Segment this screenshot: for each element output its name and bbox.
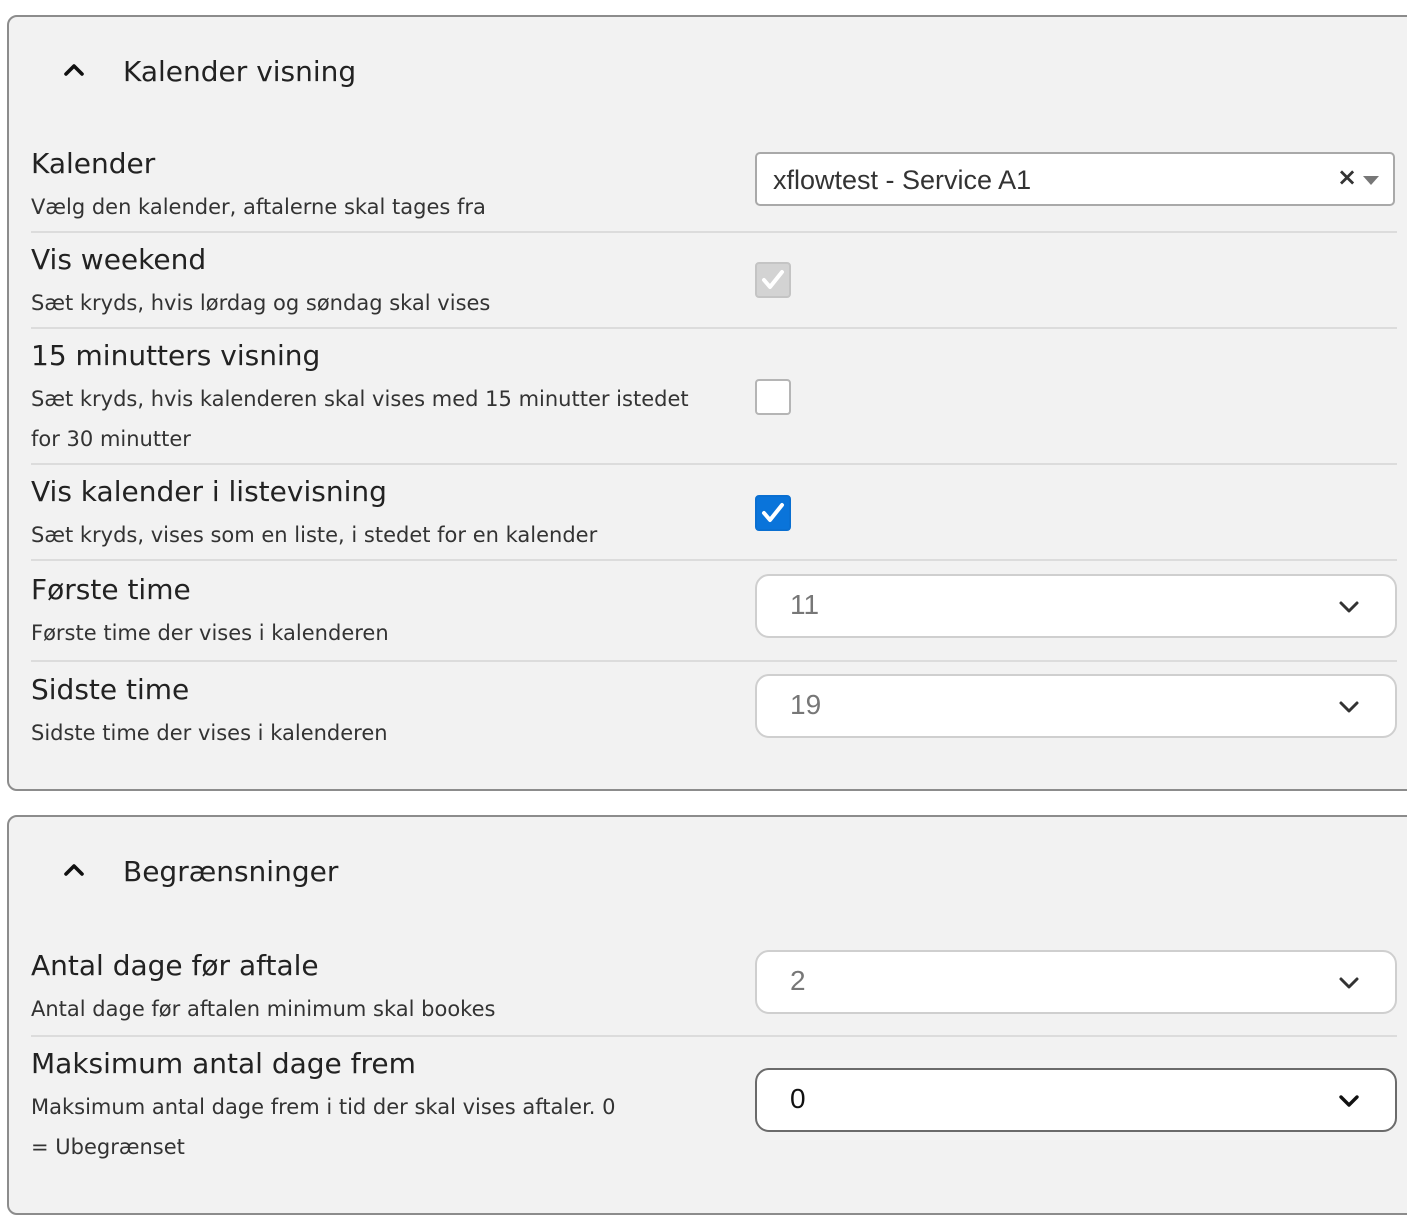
row-divider	[31, 559, 1397, 561]
row-divider	[31, 231, 1397, 233]
panel-kalender-visning: Kalender visning Kalender Vælg den kalen…	[7, 15, 1407, 791]
chevron-up-icon[interactable]	[61, 57, 87, 83]
row-divider	[31, 1035, 1397, 1037]
chevron-up-icon[interactable]	[61, 857, 87, 883]
max-days-select[interactable]: 0	[755, 1068, 1397, 1132]
max-days-value: 0	[790, 1083, 806, 1114]
days-before-select[interactable]: 2	[755, 950, 1397, 1014]
row-divider	[31, 463, 1397, 465]
list-view-checkbox[interactable]	[755, 495, 791, 531]
row-divider	[31, 660, 1397, 662]
setting-row-15-minutter: 15 minutters visning Sæt kryds, hvis kal…	[31, 339, 1397, 459]
setting-title: Første time	[31, 573, 191, 606]
calendar-select[interactable]: xflowtest - Service A1 ×	[755, 152, 1395, 206]
setting-title: Kalender	[31, 147, 156, 180]
setting-title: 15 minutters visning	[31, 339, 321, 372]
setting-title: Maksimum antal dage frem	[31, 1047, 416, 1080]
chevron-down-icon	[1339, 601, 1359, 613]
panel-begraensninger: Begrænsninger Antal dage før aftale Anta…	[7, 815, 1407, 1215]
check-icon	[762, 270, 784, 289]
setting-title: Sidste time	[31, 673, 190, 706]
check-icon	[762, 503, 784, 522]
setting-description: Maksimum antal dage frem i tid der skal …	[31, 1095, 616, 1159]
panel-title: Kalender visning	[123, 55, 357, 88]
chevron-down-icon	[1339, 701, 1359, 713]
fifteen-minutes-checkbox[interactable]	[755, 379, 791, 415]
caret-down-icon[interactable]	[1363, 176, 1379, 185]
setting-description: Vælg den kalender, aftalerne skal tages …	[31, 195, 486, 219]
calendar-select-value: xflowtest - Service A1	[773, 165, 1032, 195]
panel-title: Begrænsninger	[123, 855, 339, 888]
setting-title: Vis weekend	[31, 243, 207, 276]
setting-description: Sæt kryds, hvis kalenderen skal vises me…	[31, 387, 689, 451]
panel-header[interactable]: Kalender visning	[9, 17, 1407, 127]
setting-description: Sæt kryds, hvis lørdag og søndag skal vi…	[31, 291, 491, 315]
setting-description: Sidste time der vises i kalenderen	[31, 721, 388, 745]
vis-weekend-checkbox[interactable]	[755, 262, 791, 298]
setting-description: Første time der vises i kalenderen	[31, 621, 389, 645]
panel-header[interactable]: Begrænsninger	[9, 817, 1407, 927]
setting-title: Vis kalender i listevisning	[31, 475, 387, 508]
first-hour-select[interactable]: 11	[755, 574, 1397, 638]
last-hour-select[interactable]: 19	[755, 674, 1397, 738]
setting-description: Antal dage før aftalen minimum skal book…	[31, 997, 496, 1021]
clear-icon[interactable]: ×	[1337, 163, 1357, 191]
setting-row-listevisning: Vis kalender i listevisning Sæt kryds, v…	[31, 475, 1397, 555]
chevron-down-icon	[1339, 977, 1359, 989]
setting-title: Antal dage før aftale	[31, 949, 319, 982]
setting-description: Sæt kryds, vises som en liste, i stedet …	[31, 523, 598, 547]
chevron-down-icon	[1339, 1095, 1359, 1107]
first-hour-value: 11	[790, 589, 820, 620]
last-hour-value: 19	[790, 689, 822, 720]
row-divider	[31, 327, 1397, 329]
setting-row-vis-weekend: Vis weekend Sæt kryds, hvis lørdag og sø…	[31, 243, 1397, 323]
days-before-value: 2	[790, 965, 806, 996]
